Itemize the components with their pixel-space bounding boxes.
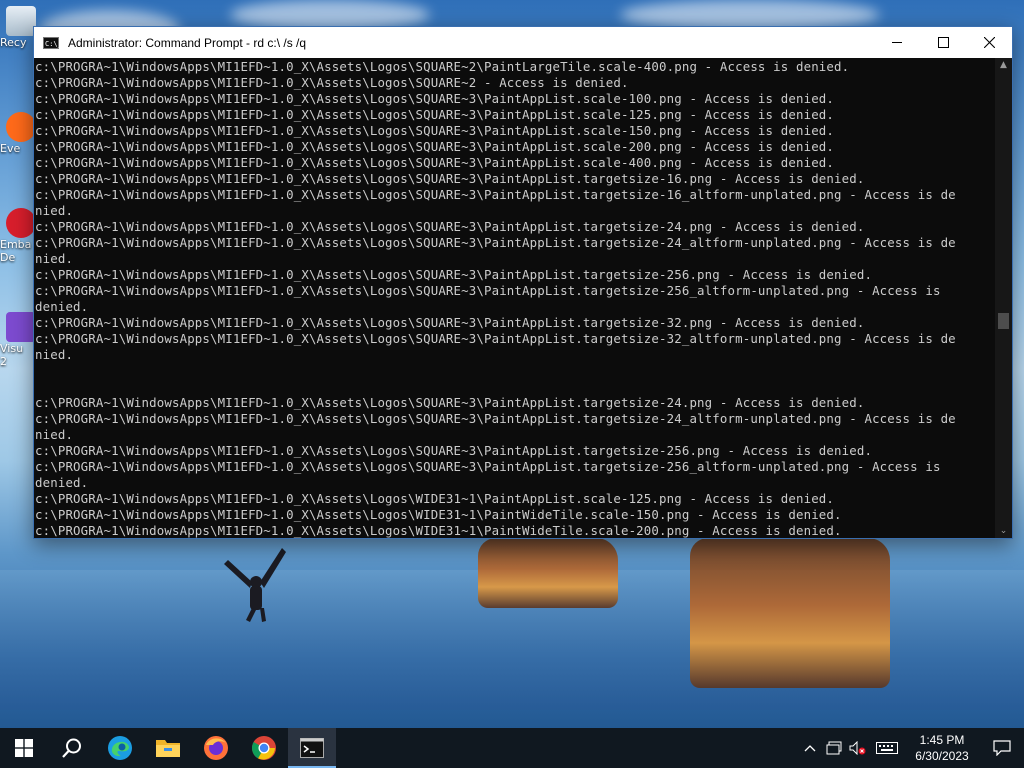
console-line: c:\PROGRA~1\WindowsApps\MI1EFD~1.0_X\Ass…	[35, 267, 873, 282]
wallpaper-rock	[478, 538, 618, 608]
console-line: c:\PROGRA~1\WindowsApps\MI1EFD~1.0_X\Ass…	[35, 59, 850, 74]
close-icon	[983, 37, 995, 48]
show-hidden-icons-button[interactable]	[798, 728, 822, 768]
visual-studio-icon	[6, 312, 36, 342]
shortcut-icon	[6, 112, 36, 142]
start-button[interactable]	[0, 728, 48, 768]
notification-icon	[993, 740, 1011, 756]
firefox-icon	[204, 736, 228, 760]
clock-date: 6/30/2023	[915, 749, 969, 763]
desktop-icon-shortcut[interactable]: Eve	[0, 112, 36, 155]
console-line: c:\PROGRA~1\WindowsApps\MI1EFD~1.0_X\Ass…	[35, 75, 629, 90]
console-line: nied.	[35, 347, 74, 362]
recycle-bin-icon	[6, 6, 36, 36]
terminal-icon	[300, 738, 324, 758]
maximize-button[interactable]	[920, 27, 966, 58]
console-line: denied.	[35, 475, 89, 490]
console-line: c:\PROGRA~1\WindowsApps\MI1EFD~1.0_X\Ass…	[35, 395, 865, 410]
desktop-icon-visual-studio[interactable]: Visu 2	[0, 312, 36, 368]
console-line: c:\PROGRA~1\WindowsApps\MI1EFD~1.0_X\Ass…	[35, 139, 835, 154]
scroll-up-arrow-icon[interactable]: ▲	[995, 58, 1012, 72]
desktop-icon-label: Eve	[0, 142, 21, 155]
console-line: c:\PROGRA~1\WindowsApps\MI1EFD~1.0_X\Ass…	[35, 491, 835, 506]
desktop-icon-label: Emba De	[0, 238, 32, 264]
minimize-button[interactable]	[874, 27, 920, 58]
console-line: c:\PROGRA~1\WindowsApps\MI1EFD~1.0_X\Ass…	[35, 315, 865, 330]
console-line: c:\PROGRA~1\WindowsApps\MI1EFD~1.0_X\Ass…	[35, 443, 873, 458]
keyboard-icon	[876, 742, 898, 754]
console-line: c:\PROGRA~1\WindowsApps\MI1EFD~1.0_X\Ass…	[35, 507, 842, 522]
wallpaper-figure	[224, 548, 286, 622]
console-line: c:\PROGRA~1\WindowsApps\MI1EFD~1.0_X\Ass…	[35, 123, 835, 138]
search-icon	[62, 738, 81, 758]
console-line: c:\PROGRA~1\WindowsApps\MI1EFD~1.0_X\Ass…	[35, 187, 956, 202]
console-line: c:\PROGRA~1\WindowsApps\MI1EFD~1.0_X\Ass…	[35, 331, 956, 346]
console-line: c:\PROGRA~1\WindowsApps\MI1EFD~1.0_X\Ass…	[35, 283, 941, 298]
action-center-button[interactable]	[980, 728, 1024, 768]
minimize-icon	[891, 42, 902, 43]
console-line: c:\PROGRA~1\WindowsApps\MI1EFD~1.0_X\Ass…	[35, 107, 835, 122]
console-line: nied.	[35, 427, 74, 442]
console-scrollbar[interactable]: ▲ ⌄	[995, 58, 1012, 538]
windows-logo-icon	[15, 739, 33, 757]
console-output[interactable]: c:\PROGRA~1\WindowsApps\MI1EFD~1.0_X\Ass…	[34, 58, 995, 538]
console-line: c:\PROGRA~1\WindowsApps\MI1EFD~1.0_X\Ass…	[35, 411, 956, 426]
console-line: c:\PROGRA~1\WindowsApps\MI1EFD~1.0_X\Ass…	[35, 91, 835, 106]
scroll-down-arrow-icon[interactable]: ⌄	[995, 524, 1012, 538]
console-line: denied.	[35, 299, 89, 314]
close-button[interactable]	[966, 27, 1012, 58]
network-icon	[826, 741, 842, 755]
touch-keyboard-button[interactable]	[870, 728, 904, 768]
chrome-button[interactable]	[240, 728, 288, 768]
console-line: c:\PROGRA~1\WindowsApps\MI1EFD~1.0_X\Ass…	[35, 523, 842, 538]
chevron-up-icon	[804, 745, 816, 752]
console-line: c:\PROGRA~1\WindowsApps\MI1EFD~1.0_X\Ass…	[35, 459, 941, 474]
search-button[interactable]	[48, 728, 96, 768]
console-line: c:\PROGRA~1\WindowsApps\MI1EFD~1.0_X\Ass…	[35, 155, 835, 170]
shortcut-icon	[6, 208, 36, 238]
edge-icon	[108, 736, 132, 760]
system-tray: 1:45 PM 6/30/2023	[798, 728, 1024, 768]
taskbar: 1:45 PM 6/30/2023	[0, 728, 1024, 768]
console-line: c:\PROGRA~1\WindowsApps\MI1EFD~1.0_X\Ass…	[35, 219, 865, 234]
volume-muted-icon	[849, 741, 866, 755]
desktop-icon-label: Visu 2	[0, 342, 24, 368]
clock-time: 1:45 PM	[919, 733, 965, 747]
command-prompt-window[interactable]: C:\_ Administrator: Command Prompt - rd …	[33, 26, 1013, 539]
taskbar-clock[interactable]: 1:45 PM 6/30/2023	[904, 732, 980, 764]
volume-button[interactable]	[846, 728, 870, 768]
firefox-button[interactable]	[192, 728, 240, 768]
file-explorer-button[interactable]	[144, 728, 192, 768]
network-button[interactable]	[822, 728, 846, 768]
desktop-icon-label: Recy	[0, 36, 27, 49]
window-titlebar[interactable]: C:\_ Administrator: Command Prompt - rd …	[34, 27, 1012, 58]
folder-icon	[156, 740, 180, 757]
edge-button[interactable]	[96, 728, 144, 768]
wallpaper-rock	[690, 538, 890, 688]
chrome-icon	[251, 736, 276, 760]
console-line: c:\PROGRA~1\WindowsApps\MI1EFD~1.0_X\Ass…	[35, 171, 865, 186]
desktop-icon-shortcut[interactable]: Emba De	[0, 208, 36, 264]
window-title: Administrator: Command Prompt - rd c:\ /…	[68, 35, 307, 50]
scrollbar-thumb[interactable]	[998, 313, 1009, 329]
console-line: c:\PROGRA~1\WindowsApps\MI1EFD~1.0_X\Ass…	[35, 235, 956, 250]
console-line: nied.	[35, 251, 74, 266]
console-line: nied.	[35, 203, 74, 218]
desktop-icon-recycle-bin[interactable]: Recy	[0, 6, 36, 49]
command-prompt-button[interactable]	[288, 728, 336, 768]
maximize-icon	[937, 37, 949, 48]
cmd-app-icon[interactable]: C:\_	[43, 36, 62, 49]
